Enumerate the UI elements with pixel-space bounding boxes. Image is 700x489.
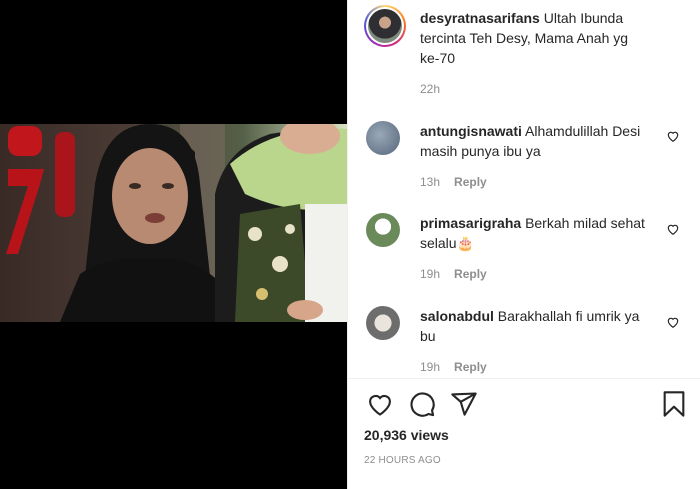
- comment-item: salonabdul Barakhallah fi umrik ya bu: [420, 306, 648, 346]
- comment-time[interactable]: 13h: [420, 175, 440, 189]
- heart-icon[interactable]: [666, 129, 680, 143]
- comment-time[interactable]: 19h: [420, 267, 440, 281]
- video-player[interactable]: [0, 124, 347, 322]
- action-bar: [364, 390, 685, 420]
- comment-meta: 13h Reply: [420, 175, 487, 189]
- author-avatar[interactable]: [364, 5, 406, 47]
- heart-icon[interactable]: [666, 315, 680, 329]
- video-still: [6, 124, 347, 322]
- comment-avatar[interactable]: [366, 121, 400, 155]
- view-count[interactable]: 20,936 views: [364, 427, 449, 443]
- bookmark-icon[interactable]: [660, 390, 688, 418]
- share-icon[interactable]: [450, 390, 478, 418]
- heart-icon[interactable]: [666, 222, 680, 236]
- comment-username[interactable]: salonabdul: [420, 308, 494, 324]
- comment-meta: 19h Reply: [420, 360, 487, 374]
- post-caption: desyratnasarifans Ultah Ibunda tercinta …: [420, 8, 648, 68]
- comment-username[interactable]: primasarigraha: [420, 215, 521, 231]
- media-area: [0, 0, 347, 489]
- comment-item: antungisnawati Alhamdulillah Desi masih …: [420, 121, 648, 161]
- comment-avatar[interactable]: [366, 213, 400, 247]
- heart-icon[interactable]: [366, 390, 394, 418]
- post-timestamp: 22 HOURS AGO: [364, 455, 441, 466]
- actions-divider: [348, 378, 700, 379]
- reply-button[interactable]: Reply: [454, 267, 487, 281]
- comment-avatar[interactable]: [366, 306, 400, 340]
- reply-button[interactable]: Reply: [454, 360, 487, 374]
- comment-item: primasarigraha Berkah milad sehat selalu…: [420, 213, 648, 253]
- caption-time-text[interactable]: 22h: [420, 82, 440, 96]
- comment-username[interactable]: antungisnawati: [420, 123, 522, 139]
- caption-time: 22h: [420, 82, 440, 96]
- author-username[interactable]: desyratnasarifans: [420, 10, 540, 26]
- reply-button[interactable]: Reply: [454, 175, 487, 189]
- comment-meta: 19h Reply: [420, 267, 487, 281]
- post-panel: desyratnasarifans Ultah Ibunda tercinta …: [347, 0, 700, 489]
- comment-icon[interactable]: [408, 390, 436, 418]
- comment-time[interactable]: 19h: [420, 360, 440, 374]
